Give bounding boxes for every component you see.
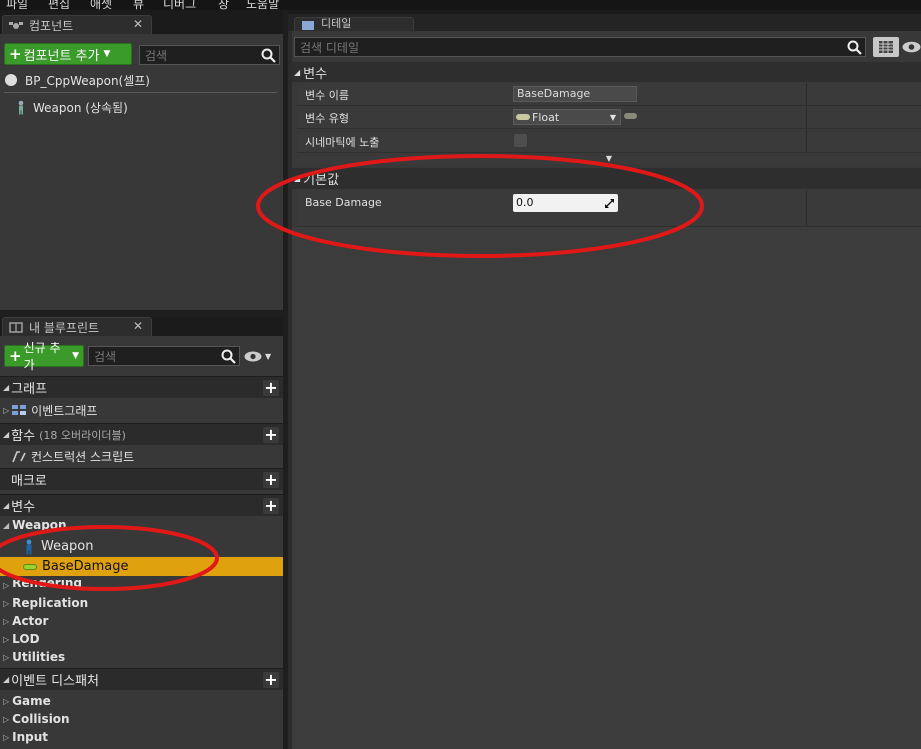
annotation-overlay <box>0 154 704 591</box>
annotation-ellipse-details <box>256 154 704 258</box>
annotation-ellipse-variables <box>0 525 219 591</box>
